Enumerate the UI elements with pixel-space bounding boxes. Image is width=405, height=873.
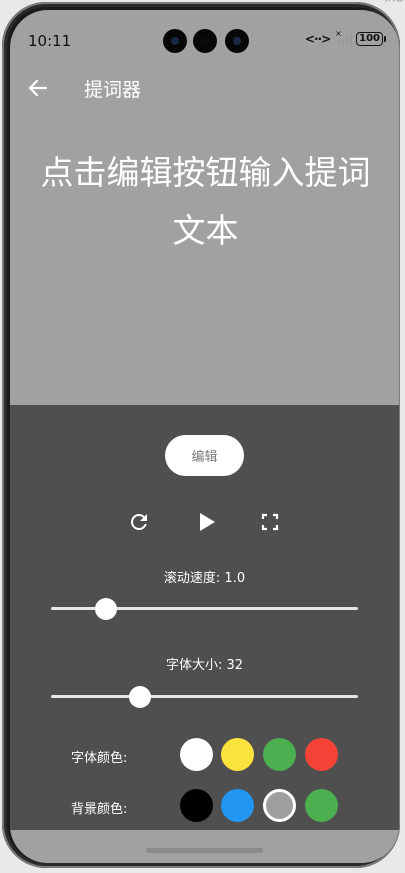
font-color-yellow[interactable]	[221, 738, 254, 771]
font-size-slider[interactable]	[51, 686, 358, 708]
battery-icon: 100	[356, 32, 386, 46]
status-bar: 10:11 <··> × 100	[10, 10, 399, 56]
control-panel: 编辑 滚动速度: 1.0 字体大小: 32 字体颜色: 背景颜色:	[10, 405, 399, 830]
status-icons: <··> × 100	[304, 29, 386, 46]
play-icon[interactable]	[194, 510, 218, 534]
fullscreen-icon[interactable]	[258, 510, 282, 534]
signal-icon: ×	[335, 29, 353, 45]
speed-label: 滚动速度: 1.0	[163, 571, 246, 586]
camera-icon	[163, 29, 187, 53]
font-color-white[interactable]	[180, 738, 213, 771]
slider-thumb[interactable]	[129, 686, 152, 708]
camera-icon	[225, 29, 249, 53]
bg-color-green[interactable]	[305, 789, 338, 822]
page-title: 提词器	[84, 79, 142, 101]
refresh-icon[interactable]	[127, 510, 151, 534]
prompt-text: 点击编辑按钮输入提词文本	[40, 153, 371, 250]
app-bar: 提词器	[10, 68, 399, 108]
speed-slider[interactable]	[51, 598, 358, 620]
screen: 10:11 <··> × 100 提词器 点击编辑按钮输入提词文本 编辑 滚动速…	[10, 10, 399, 863]
edit-button[interactable]: 编辑	[165, 435, 244, 476]
font-size-label: 字体大小: 32	[165, 658, 244, 673]
bg-color-blue[interactable]	[221, 789, 254, 822]
font-color-red[interactable]	[305, 738, 338, 771]
slider-thumb[interactable]	[95, 598, 118, 620]
bottom-area	[10, 830, 399, 863]
bg-color-label: 背景颜色:	[71, 802, 128, 817]
font-color-label: 字体颜色:	[71, 751, 128, 766]
slider-track	[51, 695, 358, 698]
bg-color-grey[interactable]	[263, 789, 296, 822]
network-icon: <··>	[304, 32, 331, 46]
status-time: 10:11	[28, 32, 72, 50]
phone-frame: 10:11 <··> × 100 提词器 点击编辑按钮输入提词文本 编辑 滚动速…	[2, 2, 400, 868]
sensor-icon	[193, 29, 217, 53]
bg-color-black[interactable]	[180, 789, 213, 822]
font-color-green[interactable]	[263, 738, 296, 771]
arrow-left-icon[interactable]	[24, 74, 52, 102]
home-indicator[interactable]	[146, 848, 263, 853]
